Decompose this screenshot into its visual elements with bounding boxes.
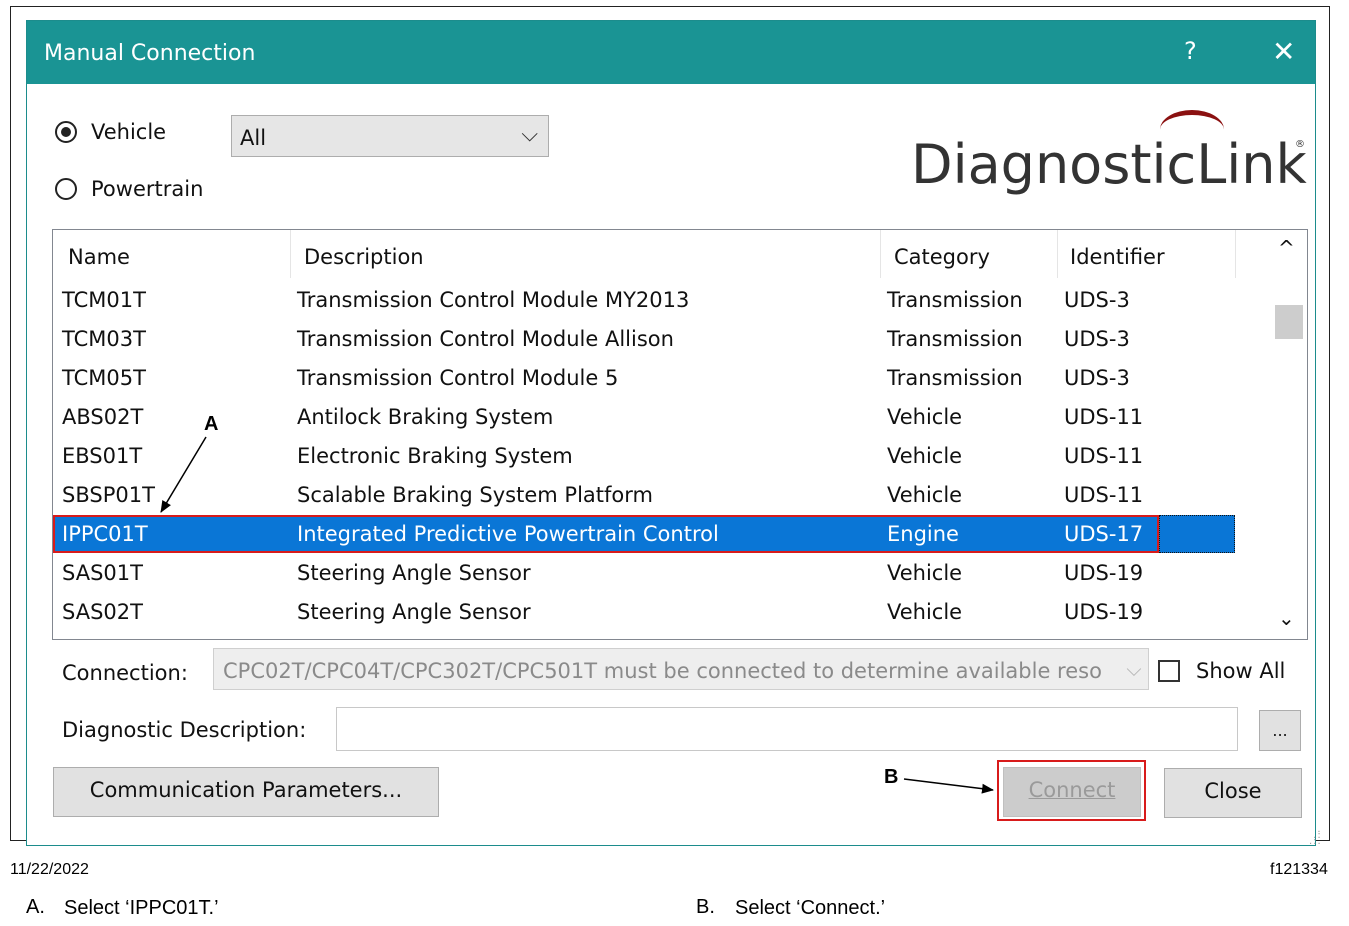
communication-parameters-label: Communication Parameters... [89,778,403,802]
cell-category: Transmission [887,327,1023,351]
vehicle-filter-dropdown[interactable]: All ⌵ [231,115,549,157]
dialog-title: Manual Connection [44,41,256,66]
column-header-category[interactable]: Category [894,245,990,269]
resize-grip-icon[interactable]: . .:.:. [1309,825,1322,847]
close-label: Close [1204,779,1262,803]
show-all-checkbox[interactable] [1158,660,1180,682]
vertical-scrollbar[interactable]: ^ ⌄ [1268,230,1307,639]
cell-name: TCM05T [62,366,146,390]
focus-rectangle [1159,515,1235,553]
ellipsis-label: ... [1272,721,1288,740]
radio-powertrain-circle[interactable] [55,178,77,200]
manual-connection-dialog: Manual Connection ? ✕ Vehicle Powertrain… [26,20,1321,847]
cell-name: ABS02T [62,405,144,429]
cell-name: EBS01T [62,444,143,468]
communication-parameters-button[interactable]: Communication Parameters... [53,767,439,817]
column-divider[interactable] [1057,230,1058,278]
caption-a-text: Select ‘IPPC01T.’ [64,897,219,919]
cell-description: Steering Angle Sensor [297,561,531,585]
connection-label: Connection: [62,661,188,685]
scroll-down-icon[interactable]: ⌄ [1278,606,1295,630]
cell-identifier: UDS-3 [1064,288,1130,312]
caption-b-text: Select ‘Connect.’ [735,897,886,919]
radio-vehicle-label: Vehicle [91,120,167,144]
table-row[interactable]: TCM01T Transmission Control Module MY2013… [53,281,1235,319]
column-divider[interactable] [1235,230,1236,278]
selection-highlight-box [53,515,1159,553]
cell-description: Transmission Control Module 5 [297,366,619,390]
table-row[interactable]: SAS02T Steering Angle Sensor Vehicle UDS-19 [53,593,1235,631]
diagnosticlink-logo: DiagnosticLink [911,133,1307,196]
column-header-name[interactable]: Name [68,245,130,269]
close-button[interactable]: Close [1164,768,1302,818]
vehicle-filter-value: All [240,126,267,150]
cell-identifier: UDS-11 [1064,405,1144,429]
cell-name: TCM03T [62,327,146,351]
cell-category: Transmission [887,288,1023,312]
scroll-thumb[interactable] [1275,305,1303,339]
caption-a-letter: A. [26,896,45,918]
cell-name: SAS02T [62,600,143,624]
figure-id: f121334 [1270,861,1328,878]
diagnostic-description-label: Diagnostic Description: [62,718,307,742]
cell-description: Transmission Control Module MY2013 [297,288,690,312]
cell-identifier: UDS-3 [1064,366,1130,390]
cell-identifier: UDS-11 [1064,444,1144,468]
cell-category: Vehicle [887,444,963,468]
help-icon[interactable]: ? [1184,37,1197,65]
table-row[interactable]: EBS01T Electronic Braking System Vehicle UD… [53,437,1235,475]
radio-powertrain[interactable]: Powertrain [55,177,203,201]
cell-identifier: UDS-19 [1064,600,1144,624]
radio-vehicle[interactable]: Vehicle [55,120,166,144]
table-row[interactable]: TCM03T Transmission Control Module Alliso… [53,320,1235,358]
cell-category: Vehicle [887,561,963,585]
title-bar: Manual Connection ? ✕ [27,21,1315,84]
scroll-up-icon[interactable]: ^ [1278,236,1295,260]
cell-identifier: UDS-19 [1064,561,1144,585]
show-all-label[interactable]: Show All [1196,659,1285,683]
logo-registered-mark: ® [1295,139,1305,150]
list-header: Name Description Category Identifier [53,230,1268,280]
figure-date: 11/22/2022 [10,861,89,878]
cell-category: Vehicle [887,405,963,429]
chevron-down-icon: ⌵ [521,122,538,147]
cell-description: Scalable Braking System Platform [297,483,653,507]
browse-ellipsis-button[interactable]: ... [1259,710,1301,751]
caption-b-letter: B. [696,896,715,918]
table-row[interactable]: SBSP01T Scalable Braking System Platform V… [53,476,1235,514]
table-row[interactable]: SAS01T Steering Angle Sensor Vehicle UDS-19 [53,554,1235,592]
table-row[interactable]: ABS02T Antilock Braking System Vehicle UDS-… [53,398,1235,436]
connect-highlight-box [997,760,1146,821]
table-row[interactable]: TCM05T Transmission Control Module 5 Trans… [53,359,1235,397]
cell-name: TCM01T [62,288,146,312]
close-icon[interactable]: ✕ [1272,35,1295,68]
column-divider[interactable] [290,230,291,278]
chevron-down-icon: ⌵ [1120,649,1148,689]
cell-description: Transmission Control Module Allison [297,327,674,351]
connection-value: CPC02T/CPC04T/CPC302T/CPC501T must be co… [223,659,1102,683]
cell-name: SBSP01T [62,483,155,507]
module-list[interactable]: Name Description Category Identifier TCM… [52,229,1308,640]
cell-description: Electronic Braking System [297,444,573,468]
column-divider[interactable] [880,230,881,278]
cell-category: Transmission [887,366,1023,390]
column-header-identifier[interactable]: Identifier [1070,245,1165,269]
cell-description: Steering Angle Sensor [297,600,531,624]
cell-identifier: UDS-3 [1064,327,1130,351]
cell-identifier: UDS-11 [1064,483,1144,507]
diagnostic-description-field[interactable] [336,707,1238,751]
column-header-description[interactable]: Description [304,245,424,269]
radio-vehicle-circle[interactable] [55,121,77,143]
cell-name: SAS01T [62,561,143,585]
cell-description: Antilock Braking System [297,405,554,429]
cell-category: Vehicle [887,483,963,507]
callout-b-label: B [884,766,899,788]
connection-dropdown[interactable]: CPC02T/CPC04T/CPC302T/CPC501T must be co… [213,648,1149,690]
callout-a-label: A [204,413,219,435]
cell-category: Vehicle [887,600,963,624]
radio-powertrain-label: Powertrain [91,177,204,201]
